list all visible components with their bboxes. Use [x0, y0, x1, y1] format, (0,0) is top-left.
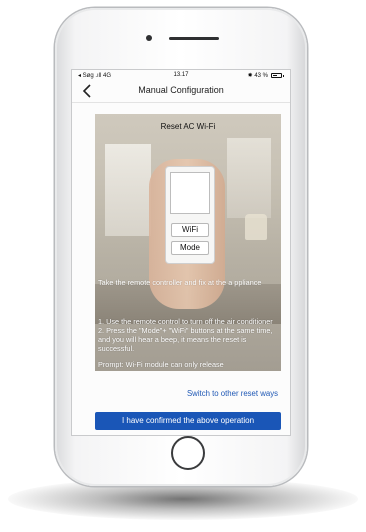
earpiece-speaker	[169, 37, 219, 40]
instruction-text: 1. Use the remote control to turn off th…	[98, 317, 273, 353]
home-button[interactable]	[171, 436, 205, 470]
remote-wifi-key: WiFi	[171, 223, 209, 237]
room-lamp-illustration	[245, 214, 267, 240]
switch-reset-ways-link[interactable]: Switch to other reset ways	[187, 389, 278, 398]
instruction-text: Prompt: Wi-Fi module can only release	[98, 360, 224, 369]
battery-icon	[271, 73, 284, 78]
phone-frame: ◂ Søg .ıll 4G 13.17 ✸ 43 % Manual Config…	[55, 8, 307, 486]
remote-mode-key: Mode	[171, 241, 209, 255]
tutorial-title: Reset AC Wi-Fi	[160, 122, 216, 131]
front-camera	[146, 35, 152, 41]
status-bar: ◂ Søg .ıll 4G 13.17 ✸ 43 %	[72, 70, 290, 80]
battery-percent: ✸ 43 %	[247, 73, 268, 79]
navigation-bar: Manual Configuration	[72, 80, 290, 103]
room-window-illustration	[105, 144, 151, 236]
reset-tutorial-panel: Reset AC Wi-Fi WiFi Mode Take the remote…	[95, 114, 281, 371]
remote-display-illustration	[170, 172, 210, 214]
page-title: Manual Configuration	[138, 85, 224, 95]
confirm-operation-button[interactable]: I have confirmed the above operation	[95, 412, 281, 430]
instruction-text: Take the remote controller and fix at th…	[98, 278, 262, 287]
app-screen: ◂ Søg .ıll 4G 13.17 ✸ 43 % Manual Config…	[72, 70, 290, 435]
room-window-illustration	[227, 138, 271, 218]
